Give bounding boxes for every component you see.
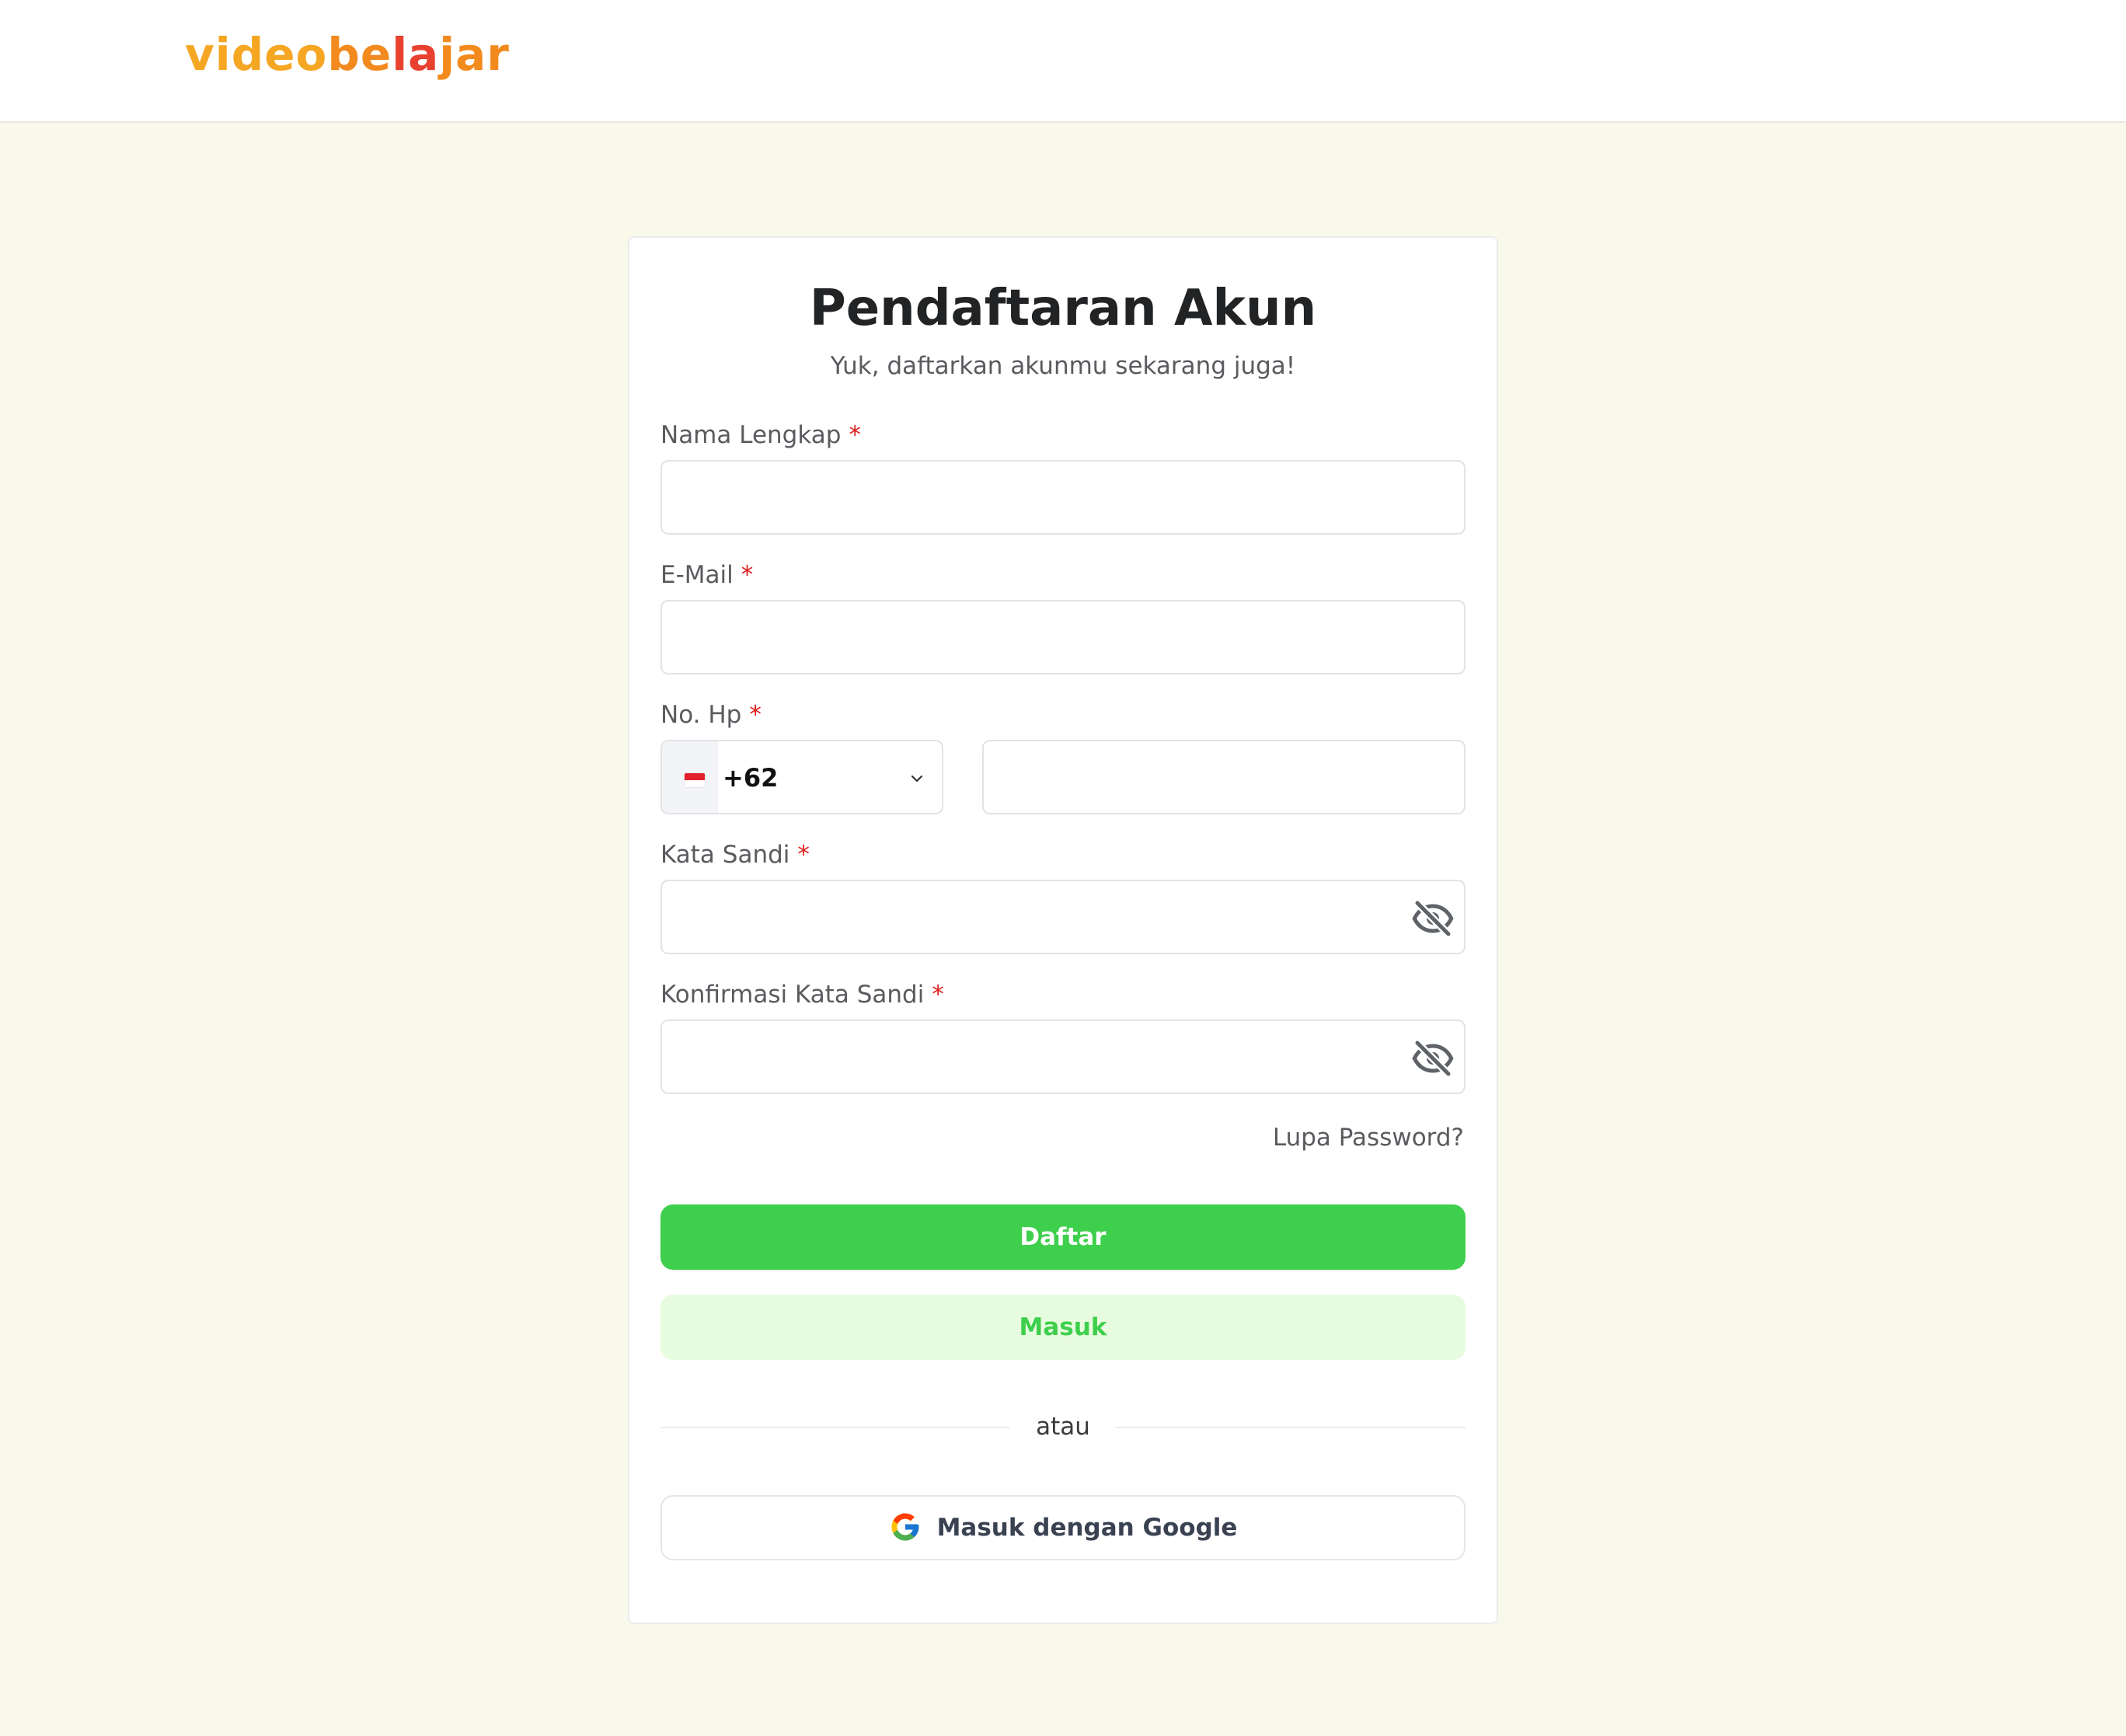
google-icon [891, 1513, 919, 1540]
password-input[interactable] [662, 881, 1464, 953]
eye-off-icon[interactable] [1410, 1035, 1456, 1082]
password-label: Kata Sandi * [660, 838, 810, 872]
logo-text-part: jar [439, 28, 510, 81]
required-mark: * [797, 841, 810, 869]
top-navbar: videobelajar [0, 0, 2126, 123]
chevron-down-icon [911, 775, 923, 783]
password-field[interactable] [660, 880, 1466, 954]
full-name-label: Nama Lengkap * [660, 418, 861, 452]
phone-number-input[interactable] [984, 741, 1464, 813]
divider-text: atau [1036, 1413, 1090, 1441]
phone-label: No. Hp * [660, 698, 762, 732]
google-button-label: Masuk dengan Google [936, 1514, 1238, 1542]
registration-card: Pendaftaran Akun Yuk, daftarkan akunmu s… [628, 236, 1498, 1624]
phone-label-text: No. Hp [660, 701, 742, 729]
phone-number-field[interactable] [982, 740, 1466, 814]
full-name-field[interactable] [660, 460, 1466, 535]
login-button[interactable]: Masuk [660, 1295, 1466, 1360]
eye-off-icon[interactable] [1410, 895, 1456, 942]
email-input[interactable] [662, 601, 1464, 673]
google-login-button[interactable]: Masuk dengan Google [660, 1495, 1466, 1560]
page-title: Pendaftaran Akun [809, 280, 1317, 337]
logo-text-part: la [392, 28, 440, 81]
password-label-text: Kata Sandi [660, 841, 790, 869]
forgot-password-link[interactable]: Lupa Password? [1273, 1121, 1464, 1155]
logo-text-part: video [185, 28, 328, 81]
email-label: E-Mail * [660, 558, 753, 592]
confirm-password-label-text: Konfirmasi Kata Sandi [660, 981, 925, 1009]
logo-text-part: be [327, 28, 392, 81]
page-subtitle: Yuk, daftarkan akunmu sekarang juga! [830, 352, 1296, 380]
indonesia-flag-icon [684, 772, 706, 788]
full-name-input[interactable] [662, 462, 1464, 533]
or-divider: atau [660, 1410, 1466, 1444]
flag-container [662, 741, 718, 813]
confirm-password-field[interactable] [660, 1020, 1466, 1094]
required-mark: * [932, 981, 944, 1009]
required-mark: * [849, 421, 861, 449]
country-code-select[interactable]: +62 [660, 740, 943, 814]
full-name-label-text: Nama Lengkap [660, 421, 842, 449]
confirm-password-label: Konfirmasi Kata Sandi * [660, 978, 944, 1012]
confirm-password-input[interactable] [662, 1021, 1464, 1093]
required-mark: * [749, 701, 762, 729]
videobelajar-logo[interactable]: videobelajar [185, 23, 510, 85]
email-label-text: E-Mail [660, 561, 734, 589]
email-field[interactable] [660, 600, 1466, 675]
country-code-value: +62 [723, 763, 779, 793]
register-button[interactable]: Daftar [660, 1204, 1466, 1270]
required-mark: * [741, 561, 754, 589]
